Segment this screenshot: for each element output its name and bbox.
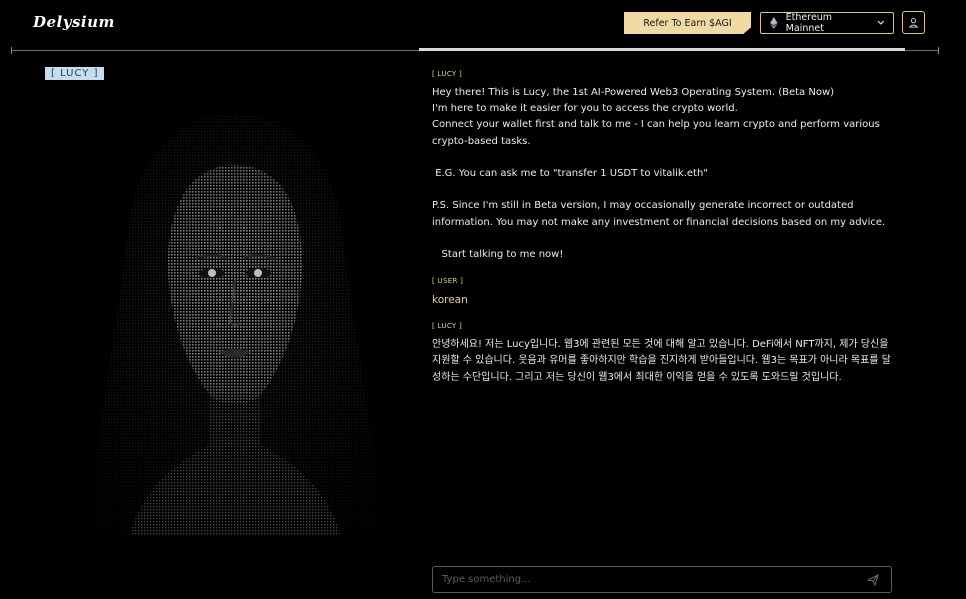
message-text: Hey there! This is Lucy, the 1st AI-Powe…	[432, 87, 886, 261]
header-divider	[11, 47, 939, 54]
user-icon	[908, 18, 919, 28]
network-selector[interactable]: Ethereum Mainnet	[760, 12, 894, 34]
lucy-tag: [ LUCY ]	[45, 67, 105, 80]
message-role-label: [ USER ]	[432, 277, 464, 286]
refer-to-earn-button[interactable]: Refer To Earn $AGI	[624, 12, 751, 34]
divider-highlight	[419, 48, 905, 51]
chat-thread: [ LUCY ] Hey there! This is Lucy, the 1s…	[432, 70, 900, 400]
divider-tick-left	[11, 47, 12, 54]
message-text: korean	[432, 294, 468, 307]
delysium-logo[interactable]: Delysium	[33, 13, 115, 31]
app-root: Delysium Refer To Earn $AGI Ethereum Mai…	[0, 0, 966, 599]
chat-input[interactable]	[433, 567, 853, 592]
network-label: Ethereum Mainnet	[785, 12, 833, 34]
message-role-label: [ LUCY ]	[432, 70, 463, 78]
message-text: 안녕하세요! 저는 Lucy입니다. 웹3에 관련된 모든 것에 대해 알고 있…	[432, 339, 892, 383]
chat-message-user: [ USER ] korean	[432, 277, 900, 308]
divider-tick-right	[938, 47, 939, 54]
chevron-down-icon	[877, 20, 885, 25]
send-icon[interactable]	[867, 574, 879, 586]
account-button[interactable]	[902, 11, 925, 34]
chat-message-lucy: [ LUCY ] 안녕하세요! 저는 Lucy입니다. 웹3에 관련된 모든 것…	[432, 322, 900, 386]
message-role-label: [ LUCY ]	[432, 322, 463, 331]
chat-input-container	[432, 566, 892, 593]
chat-message-lucy: [ LUCY ] Hey there! This is Lucy, the 1s…	[432, 70, 900, 263]
ethereum-icon	[770, 17, 778, 29]
lucy-portrait	[85, 115, 385, 535]
